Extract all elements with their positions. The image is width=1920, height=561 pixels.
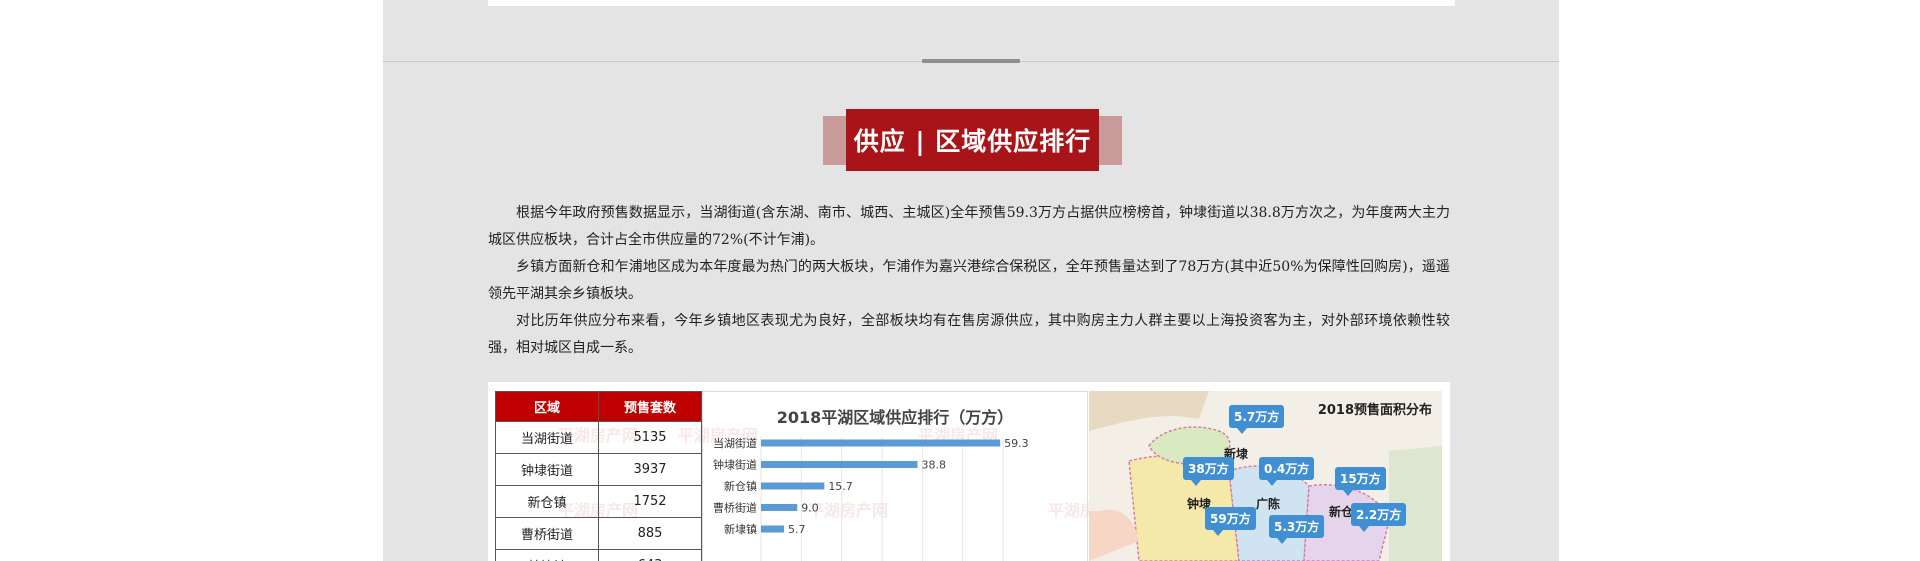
- chart-category-label: 新埭镇: [724, 522, 757, 536]
- article-text: 根据今年政府预售数据显示，当湖街道(含东湖、南市、城西、主城区)全年预售59.3…: [488, 200, 1450, 362]
- supply-infographic: 平湖房产网 平湖房产网 平湖房产网 平湖房产网 平湖房产网 平湖房产网 区域 预…: [488, 382, 1450, 561]
- chart-value-label: 15.7: [828, 480, 853, 493]
- map-pin: 2.2万方: [1351, 503, 1407, 532]
- map-pin: 15万方: [1335, 467, 1386, 496]
- table-cell: 钟埭街道: [495, 453, 599, 486]
- map-place-label: 广陈: [1256, 497, 1281, 511]
- chart-bar: [761, 461, 918, 468]
- chart-bar: [761, 504, 798, 511]
- table-row: 林埭镇 643: [495, 549, 702, 561]
- chart-category-label: 曹桥街道: [713, 501, 757, 515]
- table-cell: 当湖街道: [495, 421, 599, 454]
- table-cell: 885: [598, 517, 702, 550]
- chart-svg: 当湖街道 59.3 钟埭街道 38.8 新仓镇 15.7 曹桥街道 9.0 新埭镇 5.7: [713, 436, 1029, 561]
- chart-category-label: 新仓镇: [724, 479, 757, 493]
- chart-category-label: 当湖街道: [713, 436, 757, 450]
- table-cell: 3937: [598, 453, 702, 486]
- table-cell: 643: [598, 549, 702, 561]
- paragraph: 根据今年政府预售数据显示，当湖街道(含东湖、南市、城西、主城区)全年预售59.3…: [488, 205, 1450, 248]
- chart-bar: [761, 525, 784, 533]
- map-pin: 38万方: [1183, 457, 1234, 486]
- map-pin: 0.4万方: [1259, 457, 1315, 486]
- table-row: 钟埭街道 3937: [495, 453, 702, 486]
- paragraph: 对比历年供应分布来看，今年乡镇地区表现尤为良好，全部板块均有在售房源供应，其中购…: [488, 313, 1450, 356]
- chart-bar: [761, 439, 1001, 447]
- map-pin: 5.7万方: [1229, 405, 1285, 434]
- chart-value-label: 38.8: [921, 459, 946, 472]
- supply-bar-chart: 2018平湖区域供应排行（万方） 当湖街道 59.3 钟埭街道 38.8 新仓镇 15.7…: [702, 391, 1088, 561]
- map-place-label: 新仓: [1329, 505, 1354, 519]
- previous-card: [488, 0, 1455, 6]
- table-row: 当湖街道 5135: [495, 421, 702, 454]
- chart-value-label: 5.7: [788, 523, 806, 536]
- divider-tab: [922, 59, 1020, 63]
- paragraph: 乡镇方面新仓和乍浦地区成为本年度最为热门的两大板块，乍浦作为嘉兴港综合保税区，全…: [488, 259, 1450, 302]
- map-pin: 5.3万方: [1269, 515, 1325, 544]
- table-row: 新仓镇 1752: [495, 485, 702, 518]
- map-pin: 59万方: [1205, 507, 1256, 536]
- map-title: 2018预售面积分布: [1317, 403, 1432, 418]
- table-header: 区域: [495, 391, 599, 422]
- area-map: 2018预售面积分布 新埭 钟埭 广陈 新仓 5.7万方 38万方 0.4万方 …: [1089, 391, 1442, 561]
- table-cell: 曹桥街道: [495, 517, 599, 550]
- table-header: 预售套数: [598, 391, 702, 422]
- section-title: 供应 | 区域供应排行: [846, 109, 1099, 171]
- chart-category-label: 钟埭街道: [713, 458, 757, 472]
- chart-value-label: 59.3: [1004, 437, 1029, 450]
- table-row: 曹桥街道 885: [495, 517, 702, 550]
- chart-value-label: 9.0: [801, 502, 819, 515]
- content-column: 供应 | 区域供应排行 根据今年政府预售数据显示，当湖街道(含东湖、南市、城西、…: [383, 0, 1559, 561]
- table-cell: 新仓镇: [495, 485, 599, 518]
- table-cell: 林埭镇: [495, 549, 599, 561]
- table-cell: 5135: [598, 421, 702, 454]
- chart-bar: [761, 482, 825, 490]
- supply-table: 区域 预售套数 当湖街道 5135 钟埭街道 3937 新仓镇 1752 曹桥街…: [495, 391, 702, 561]
- table-cell: 1752: [598, 485, 702, 518]
